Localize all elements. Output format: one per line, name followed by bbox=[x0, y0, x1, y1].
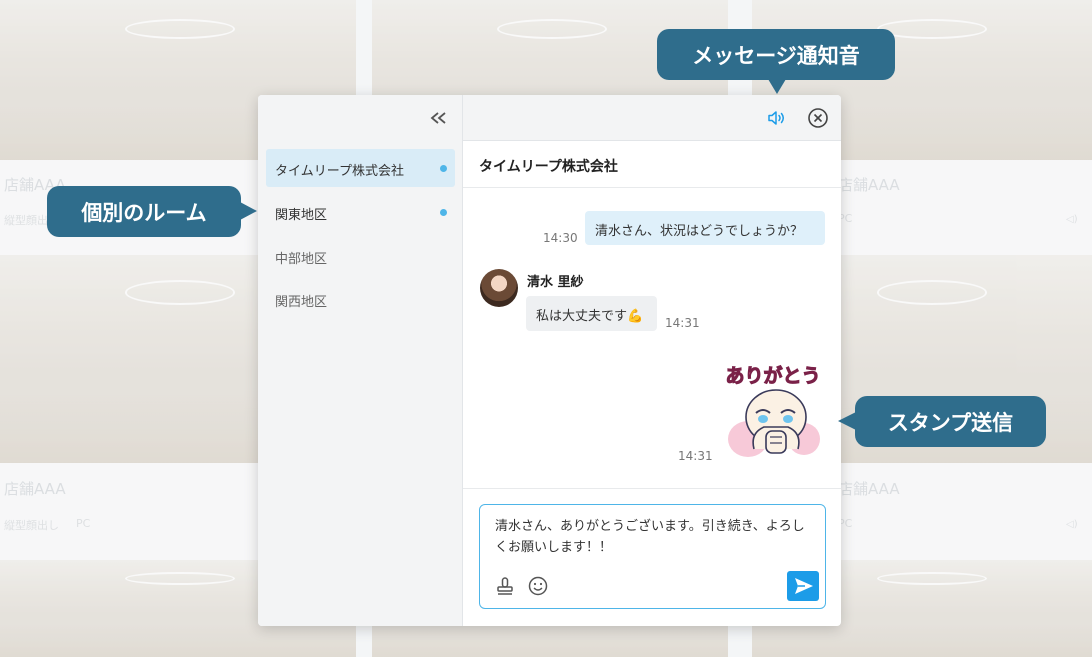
room-label: 関東地区 bbox=[275, 208, 328, 223]
callout-label: メッセージ通知音 bbox=[692, 43, 860, 68]
sticker-text: ありがとう bbox=[725, 364, 820, 387]
speaker-icon bbox=[768, 111, 784, 125]
notification-sound-button[interactable] bbox=[766, 107, 788, 129]
message-input-box[interactable]: 清水さん、ありがとうございます。引き続き、よろしくお願いします！！ bbox=[479, 504, 826, 609]
sender-name: 清水 里紗 bbox=[527, 275, 584, 290]
message-time: 14:31 bbox=[665, 316, 700, 330]
callout-individual-rooms: 個別のルーム bbox=[47, 186, 257, 237]
room-label: 中部地区 bbox=[275, 252, 328, 267]
room-sidebar: タイムリープ株式会社 関東地区 中部地区 関西地区 bbox=[258, 95, 463, 626]
room-item-kansai[interactable]: 関西地区 bbox=[266, 280, 455, 318]
room-item-timeleap[interactable]: タイムリープ株式会社 bbox=[266, 149, 455, 187]
collapse-sidebar-button[interactable] bbox=[428, 105, 450, 131]
send-button[interactable] bbox=[787, 571, 819, 601]
sticker-image: ありがとう bbox=[725, 364, 821, 457]
emoji-button[interactable] bbox=[527, 575, 549, 597]
chat-window: タイムリープ株式会社 関東地区 中部地区 関西地区 タイムリープ株式会社 14:… bbox=[258, 95, 841, 626]
stamp-button[interactable] bbox=[494, 575, 516, 597]
callout-label: 個別のルーム bbox=[81, 200, 207, 225]
send-icon bbox=[795, 578, 813, 594]
divider bbox=[463, 187, 841, 188]
sticker-message: ありがとう bbox=[718, 357, 828, 467]
unread-dot bbox=[440, 165, 447, 172]
avatar bbox=[480, 269, 518, 307]
divider bbox=[463, 488, 841, 489]
room-item-kanto[interactable]: 関東地区 bbox=[266, 193, 455, 231]
stamp-icon bbox=[497, 577, 513, 595]
close-circle-icon bbox=[808, 108, 828, 128]
room-title: タイムリープ株式会社 bbox=[479, 159, 618, 175]
message-input[interactable]: 清水さん、ありがとうございます。引き続き、よろしくお願いします！！ bbox=[495, 516, 807, 558]
callout-sticker-send: スタンプ送信 bbox=[838, 396, 1046, 447]
callout-notification-sound: メッセージ通知音 bbox=[657, 29, 895, 94]
room-item-chubu[interactable]: 中部地区 bbox=[266, 237, 455, 275]
chat-main: タイムリープ株式会社 14:30 清水さん、状況はどうでしょうか？ 清水 里紗 … bbox=[463, 95, 841, 626]
room-label: 関西地区 bbox=[275, 295, 328, 310]
outgoing-message: 清水さん、状況はどうでしょうか？ bbox=[585, 211, 825, 245]
double-chevron-left-icon bbox=[430, 112, 446, 124]
callout-label: スタンプ送信 bbox=[887, 410, 1014, 435]
chat-topbar bbox=[463, 95, 841, 141]
message-time: 14:30 bbox=[543, 231, 578, 245]
room-label: タイムリープ株式会社 bbox=[275, 164, 404, 179]
unread-dot bbox=[440, 209, 447, 216]
close-chat-button[interactable] bbox=[806, 106, 830, 130]
message-time: 14:31 bbox=[678, 449, 713, 463]
smiley-icon bbox=[528, 576, 548, 596]
incoming-message: 私は大丈夫です💪 bbox=[526, 296, 657, 331]
